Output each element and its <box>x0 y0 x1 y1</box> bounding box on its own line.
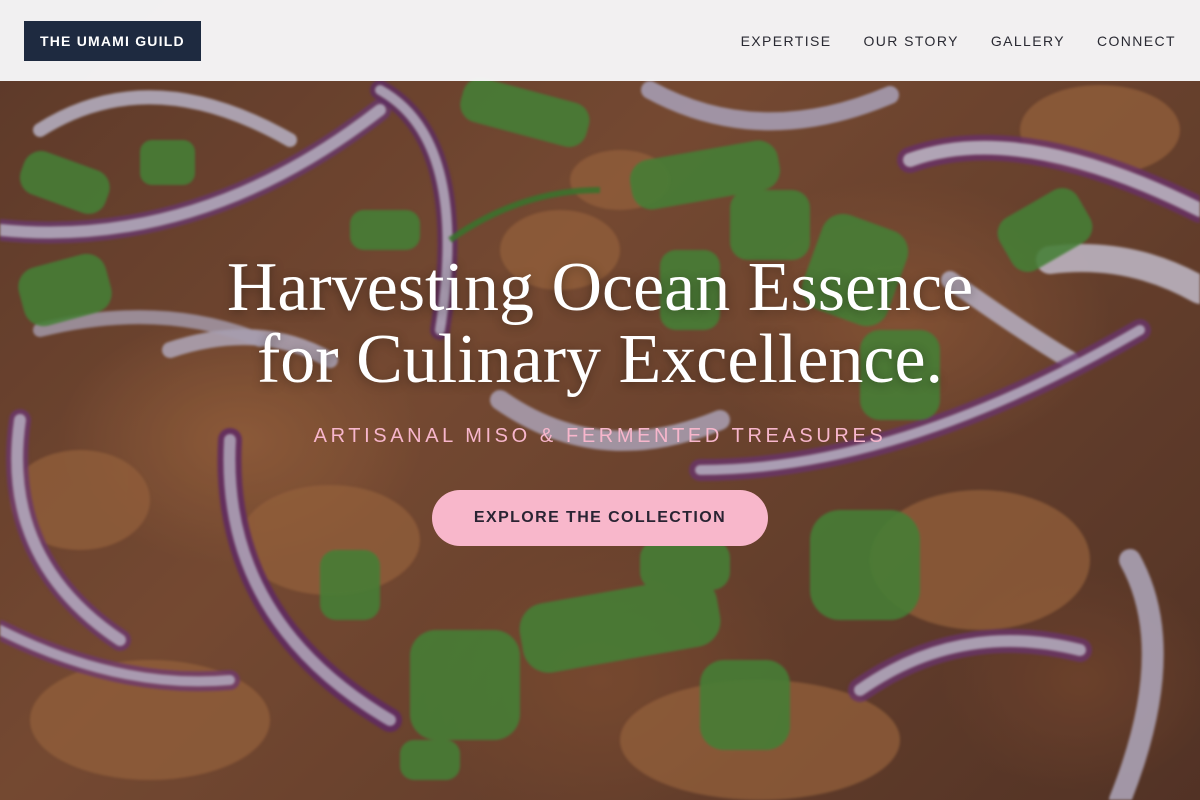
site-logo[interactable]: THE UMAMI GUILD <box>24 20 201 61</box>
main-nav: EXPERTISE OUR STORY GALLERY CONNECT <box>741 33 1176 49</box>
nav-link-our-story[interactable]: OUR STORY <box>864 33 959 49</box>
hero-title: Harvesting Ocean Essence for Culinary Ex… <box>0 252 1200 396</box>
nav-link-gallery[interactable]: GALLERY <box>991 33 1065 49</box>
hero-section: Harvesting Ocean Essence for Culinary Ex… <box>0 0 1200 800</box>
explore-collection-button[interactable]: EXPLORE THE COLLECTION <box>432 490 768 546</box>
hero-title-line-1: Harvesting Ocean Essence <box>226 249 974 326</box>
hero-subtitle: ARTISANAL MISO & FERMENTED TREASURES <box>313 425 887 447</box>
hero-title-line-2: for Culinary Excellence. <box>256 321 944 398</box>
site-header: THE UMAMI GUILD EXPERTISE OUR STORY GALL… <box>0 0 1200 81</box>
nav-link-expertise[interactable]: EXPERTISE <box>741 33 832 49</box>
nav-link-connect[interactable]: CONNECT <box>1097 33 1176 49</box>
